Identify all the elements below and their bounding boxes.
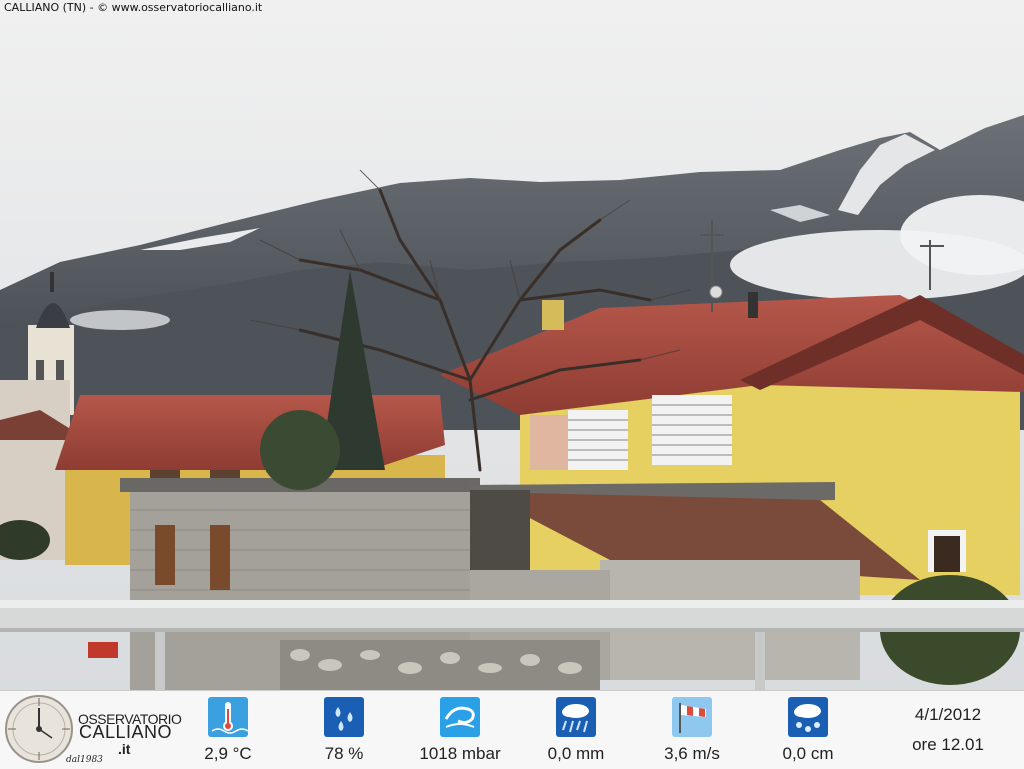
pressure-icon <box>440 697 480 737</box>
humidity-drops-icon <box>324 697 364 737</box>
windsock-icon <box>672 697 712 737</box>
rain-icon <box>556 697 596 737</box>
metric-rain: 0,0 mm <box>518 691 634 769</box>
metric-pressure: 1018 mbar <box>402 691 518 769</box>
snow-value: 0,0 cm <box>782 744 834 763</box>
time-text: ore 12.01 <box>912 735 984 754</box>
wind-value: 3,6 m/s <box>664 744 720 763</box>
image-caption: CALLIANO (TN) - © www.osservatoriocallia… <box>4 1 263 14</box>
date-text: 4/1/2012 <box>914 705 982 724</box>
logo-text-domain: .it <box>118 741 131 757</box>
thermometer-icon <box>208 697 248 737</box>
weather-info-bar: OSSERVATORIO CALLIANO .it dal1983 2,9 °C… <box>0 690 1024 769</box>
snow-icon <box>788 697 828 737</box>
datetime: 4/1/2012 ore 12.01 <box>880 691 1016 769</box>
metric-wind: 3,6 m/s <box>634 691 750 769</box>
webcam-photo: CALLIANO (TN) - © www.osservatoriocallia… <box>0 0 1024 690</box>
logo-text-since: dal1983 <box>66 755 103 765</box>
metric-snow: 0,0 cm <box>750 691 866 769</box>
observatory-logo[interactable]: OSSERVATORIO CALLIANO .it dal1983 <box>0 691 190 769</box>
metric-temperature: 2,9 °C <box>170 691 286 769</box>
temperature-value: 2,9 °C <box>204 744 252 763</box>
logo-text-calliano: CALLIANO <box>79 722 173 742</box>
humidity-value: 78 % <box>324 744 364 763</box>
pressure-value: 1018 mbar <box>419 744 501 763</box>
rain-value: 0,0 mm <box>547 744 605 763</box>
compass-dial-icon <box>5 695 73 763</box>
metric-humidity: 78 % <box>286 691 402 769</box>
